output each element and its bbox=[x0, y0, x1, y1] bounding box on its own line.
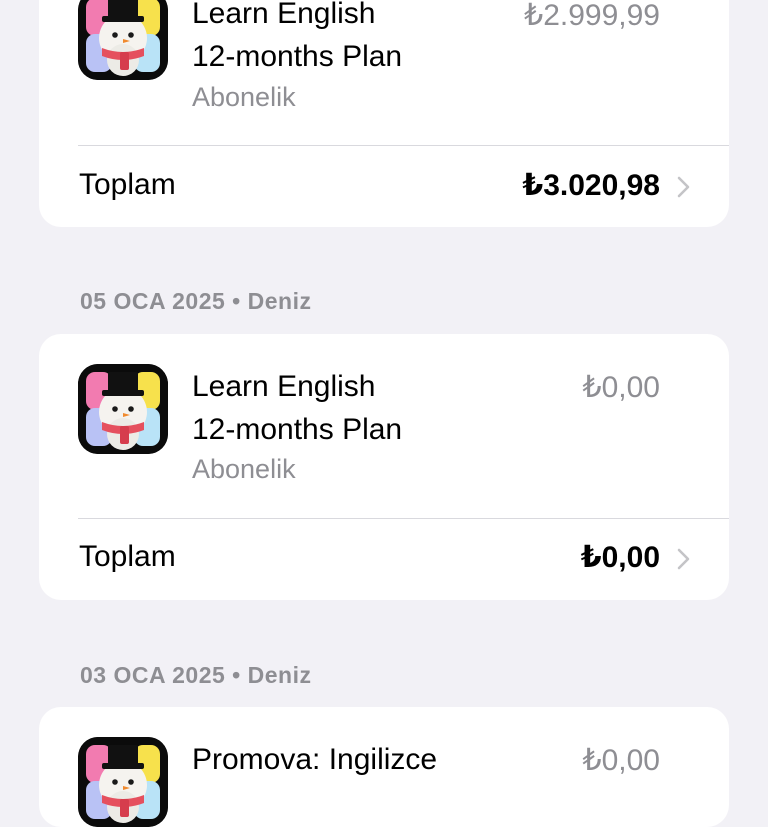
total-amount: ₺3.020,98 bbox=[522, 169, 660, 202]
purchase-item[interactable]: Learn English 12-months Plan Abonelik ₺0… bbox=[39, 334, 729, 518]
snowman-app-icon bbox=[78, 0, 168, 80]
chevron-right-icon bbox=[675, 547, 693, 571]
item-title-line1: Promova: Ingilizce bbox=[192, 743, 438, 776]
item-price: ₺2.999,99 bbox=[524, 0, 660, 32]
purchase-card[interactable]: Learn English 12-months Plan Abonelik ₺2… bbox=[39, 0, 729, 227]
purchase-item[interactable]: Learn English 12-months Plan Abonelik ₺2… bbox=[39, 0, 729, 145]
purchase-item[interactable]: Promova: Ingilizce ₺0,00 bbox=[39, 707, 729, 827]
item-title-line2: 12-months Plan bbox=[192, 413, 403, 446]
item-title-line2: 12-months Plan bbox=[192, 40, 403, 73]
snowman-app-icon bbox=[78, 364, 168, 454]
item-subtitle: Abonelik bbox=[192, 82, 296, 112]
total-label: Toplam bbox=[79, 168, 176, 201]
item-price: ₺0,00 bbox=[582, 744, 660, 777]
purchase-card[interactable]: Learn English 12-months Plan Abonelik ₺0… bbox=[39, 334, 729, 600]
purchase-card[interactable]: Promova: Ingilizce ₺0,00 bbox=[39, 707, 729, 827]
total-row[interactable]: Toplam ₺3.020,98 bbox=[39, 146, 729, 227]
item-price: ₺0,00 bbox=[582, 371, 660, 404]
section-header: 05 OCA 2025 • Deniz bbox=[80, 288, 312, 314]
total-amount: ₺0,00 bbox=[580, 541, 660, 574]
item-title-line1: Learn English bbox=[192, 370, 376, 403]
item-title-line1: Learn English bbox=[192, 0, 376, 30]
total-label: Toplam bbox=[79, 540, 176, 573]
section-header: 03 OCA 2025 • Deniz bbox=[80, 662, 312, 688]
snowman-app-icon bbox=[78, 737, 168, 827]
chevron-right-icon bbox=[675, 175, 693, 199]
item-subtitle: Abonelik bbox=[192, 454, 296, 484]
total-row[interactable]: Toplam ₺0,00 bbox=[39, 518, 729, 600]
